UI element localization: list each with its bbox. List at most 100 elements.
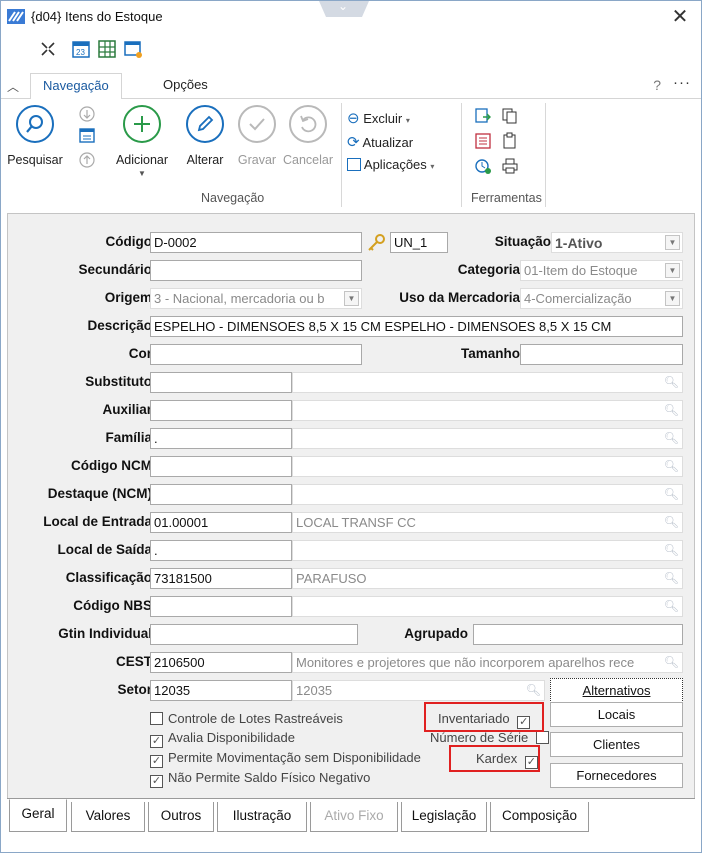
situacao-select[interactable]: 1-Ativo ▼ — [551, 232, 683, 253]
search-icon[interactable]: 🔍︎ — [664, 375, 679, 389]
tab-outros[interactable]: Outros — [148, 802, 214, 832]
ribbon-separator — [545, 103, 546, 207]
substituto-code-field[interactable] — [150, 372, 292, 393]
qat-dropdown-button[interactable]: ⌄ — [319, 1, 369, 17]
search-icon[interactable]: 🔍︎ — [664, 403, 679, 417]
search-icon[interactable]: 🔍︎ — [664, 431, 679, 445]
checkbox-unchecked-icon — [150, 712, 163, 725]
familia-code-field[interactable]: . — [150, 428, 292, 449]
checkbox-checked-icon: ✓ — [150, 755, 163, 768]
nbs-desc-field: 🔍︎ — [292, 596, 683, 617]
ribbon-separator — [461, 103, 462, 207]
more-button[interactable]: ··· — [673, 74, 691, 91]
list-icon[interactable] — [474, 132, 492, 150]
search-icon[interactable]: 🔍︎ — [664, 515, 679, 529]
tab-composicao[interactable]: Composição — [490, 802, 589, 832]
chevron-down-icon: ⌄ — [338, 0, 349, 13]
search-icon[interactable]: 🔍︎ — [664, 599, 679, 613]
controle-lotes-checkbox[interactable]: Controle de Lotes Rastreáveis — [150, 711, 343, 726]
avalia-label: Avalia Disponibilidade — [168, 730, 295, 745]
alternativos-button[interactable]: Alternativos — [550, 678, 683, 703]
nbs-code-field[interactable] — [150, 596, 292, 617]
plus-icon — [123, 105, 161, 143]
cest-code-field[interactable]: 2106500 — [150, 652, 292, 673]
gtin-field[interactable] — [150, 624, 358, 645]
local-entrada-code-field[interactable]: 01.00001 — [150, 512, 292, 533]
excluir-menu[interactable]: ⊖ Excluir ▾ — [347, 109, 410, 127]
window-star-icon[interactable] — [123, 39, 143, 59]
permite-checkbox[interactable]: ✓ Permite Movimentação sem Disponibilidad… — [150, 750, 421, 768]
alterar-button[interactable]: Alterar — [177, 105, 233, 167]
clientes-button[interactable]: Clientes — [550, 732, 683, 757]
setor-code-field[interactable]: 12035 — [150, 680, 292, 701]
paste-icon[interactable] — [501, 132, 519, 150]
tab-navegacao[interactable]: Navegação — [30, 73, 122, 100]
search-icon[interactable]: 🔍︎ — [664, 487, 679, 501]
destaque-code-field[interactable] — [150, 484, 292, 505]
substituto-label: Substituto — [85, 374, 152, 389]
quick-access-toolbar: 23 — [1, 35, 701, 63]
search-icon[interactable]: 🔍︎ — [664, 459, 679, 473]
cor-field[interactable] — [150, 344, 362, 365]
situacao-value: 1-Ativo — [555, 235, 603, 251]
collapse-ribbon-icon[interactable]: ︿ — [7, 78, 19, 95]
close-button[interactable]: ✕ — [669, 4, 691, 29]
down-arrow-icon[interactable] — [78, 105, 96, 123]
codigo-field[interactable]: D-0002 — [150, 232, 362, 253]
export-icon[interactable] — [474, 107, 492, 125]
excluir-dropdown-icon: ▾ — [405, 116, 410, 125]
local-saida-code-field[interactable]: . — [150, 540, 292, 561]
ncm-code-field[interactable] — [150, 456, 292, 477]
secundario-field[interactable] — [150, 260, 362, 281]
up-arrow-icon[interactable] — [78, 151, 96, 169]
adicionar-button[interactable]: Adicionar ▼ — [107, 105, 177, 178]
tab-legislacao[interactable]: Legislação — [401, 802, 487, 832]
check-icon — [238, 105, 276, 143]
controle-lotes-label: Controle de Lotes Rastreáveis — [168, 711, 343, 726]
key-icon[interactable] — [365, 233, 387, 253]
local-saida-label: Local de Saída — [57, 542, 152, 557]
classificacao-code-field[interactable]: 73181500 — [150, 568, 292, 589]
destaque-desc-field: 🔍︎ — [292, 484, 683, 505]
atualizar-menu[interactable]: ⟳ Atualizar — [347, 133, 413, 151]
search-icon[interactable]: 🔍︎ — [526, 683, 541, 697]
copy-icon[interactable] — [501, 107, 519, 125]
fornecedores-button[interactable]: Fornecedores — [550, 763, 683, 788]
agrupado-field[interactable] — [473, 624, 683, 645]
search-icon[interactable]: 🔍︎ — [664, 571, 679, 585]
categoria-value: 01-Item do Estoque — [524, 263, 638, 278]
nao-permite-checkbox[interactable]: ✓ Não Permite Saldo Físico Negativo — [150, 770, 370, 788]
tab-ilustracao[interactable]: Ilustração — [217, 802, 307, 832]
window-list-icon[interactable] — [78, 127, 96, 145]
numero-serie-checkbox[interactable]: Número de Série — [430, 730, 549, 745]
tab-opcoes[interactable]: Opções — [151, 73, 220, 100]
categoria-select[interactable]: 01-Item do Estoque ▼ — [520, 260, 683, 281]
printer-icon[interactable] — [501, 157, 519, 175]
tab-geral[interactable]: Geral — [9, 799, 67, 832]
collapse-icon[interactable] — [38, 39, 58, 59]
auxiliar-code-field[interactable] — [150, 400, 292, 421]
cancelar-button[interactable]: Cancelar — [279, 105, 337, 167]
search-icon[interactable]: 🔍︎ — [663, 655, 679, 669]
tab-ativo-fixo[interactable]: Ativo Fixo — [310, 802, 398, 832]
help-button[interactable]: ? — [653, 77, 661, 93]
search-icon[interactable]: 🔍︎ — [664, 543, 679, 557]
descricao-field[interactable]: ESPELHO - DIMENSOES 8,5 X 15 CM ESPELHO … — [150, 316, 683, 337]
tab-valores[interactable]: Valores — [71, 802, 145, 832]
avalia-checkbox[interactable]: ✓ Avalia Disponibilidade — [150, 730, 295, 748]
aplicacoes-menu[interactable]: Aplicações ▾ — [347, 157, 434, 172]
auxiliar-label: Auxiliar — [102, 402, 152, 417]
schedule-icon[interactable] — [474, 157, 492, 175]
gtin-label: Gtin Individual — [58, 626, 152, 641]
locais-button[interactable]: Locais — [550, 702, 683, 727]
unidade-field[interactable]: UN_1 — [390, 232, 448, 253]
origem-select[interactable]: 3 - Nacional, mercadoria ou b ▼ — [150, 288, 362, 309]
tamanho-field[interactable] — [520, 344, 683, 365]
calendar-icon[interactable]: 23 — [71, 39, 91, 59]
grid-icon[interactable] — [97, 39, 117, 59]
pesquisar-button[interactable]: Pesquisar — [7, 105, 63, 167]
gravar-button[interactable]: Gravar — [229, 105, 285, 167]
atualizar-label: Atualizar — [362, 135, 414, 150]
cor-label: Cor — [128, 346, 152, 361]
uso-select[interactable]: 4-Comercialização ▼ — [520, 288, 683, 309]
